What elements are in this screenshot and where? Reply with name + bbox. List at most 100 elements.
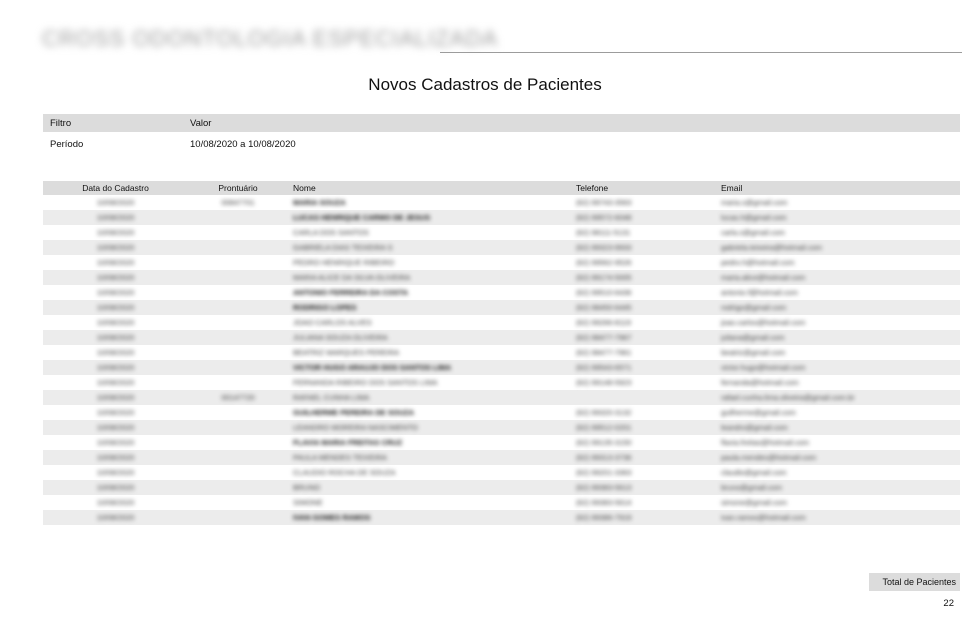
email-cell: ivan.ramos@hotmail.com (721, 513, 806, 522)
table-row: 10/08/2020 SIMONE (62) 99383-5614 simone@gm… (43, 495, 960, 510)
phone-cell-container: (62) 99512-0201 (571, 420, 716, 435)
date-cell: 10/08/2020 (96, 363, 135, 372)
name-cell: FERNANDA RIBEIRO DOS SANTOS LIMA (293, 378, 438, 387)
date-cell-container: 10/08/2020 (43, 465, 188, 480)
date-cell: 10/08/2020 (96, 213, 135, 222)
email-cell-container: maria.s@gmail.com (716, 195, 960, 210)
name-cell-container: CARLA DOS SANTOS (288, 225, 571, 240)
date-cell-container: 10/08/2020 (43, 315, 188, 330)
name-cell: PAULA MENDES TEIXEIRA (293, 453, 387, 462)
phone-cell-container: (62) 99135-3150 (571, 435, 716, 450)
email-cell: beatriz@gmail.com (721, 348, 786, 357)
record-cell-container (188, 240, 288, 255)
name-cell-container: FERNANDA RIBEIRO DOS SANTOS LIMA (288, 375, 571, 390)
phone-cell-container: (62) 98477-7961 (571, 345, 716, 360)
date-cell-container: 10/08/2020 (43, 390, 188, 405)
record-cell-container (188, 255, 288, 270)
name-cell: RAFAEL CUNHA LIMA (293, 393, 370, 402)
name-cell-container: BRUNO (288, 480, 571, 495)
phone-cell: (62) 98111-5131 (576, 228, 631, 237)
phone-cell: (62) 99383-5614 (576, 498, 632, 507)
table-row: 10/08/2020 JOAO CARLOS ALVES (62) 99266-81… (43, 315, 960, 330)
email-cell: rafael.cunha.lima.oliveira@gmail.com.br (721, 393, 855, 402)
email-cell-container: beatriz@gmail.com (716, 345, 960, 360)
email-cell-container: guilherme@gmail.com (716, 405, 960, 420)
phone-cell-container: (62) 99743-3563 (571, 195, 716, 210)
phone-cell-container: (62) 99174-5005 (571, 270, 716, 285)
record-cell-container: 00847701 (188, 195, 288, 210)
record-cell-container (188, 495, 288, 510)
table-row: 10/08/2020 00147720 RAFAEL CUNHA LIMA rafae… (43, 390, 960, 405)
record-cell-container (188, 450, 288, 465)
table-row: 10/08/2020 CARLA DOS SANTOS (62) 98111-513… (43, 225, 960, 240)
email-cell-container: claudio@gmail.com (716, 465, 960, 480)
name-cell: GUILHERME PEREIRA DE SOUZA (293, 408, 414, 417)
table-row: 10/08/2020 VICTOR HUGO ARAUJO DOS SANTOS … (43, 360, 960, 375)
table-row: 10/08/2020 FERNANDA RIBEIRO DOS SANTOS LI… (43, 375, 960, 390)
phone-cell: (62) 99174-5005 (576, 273, 632, 282)
email-cell: rodrigo@gmail.com (721, 303, 787, 312)
phone-cell: (62) 99383-5613 (576, 483, 632, 492)
record-cell-container (188, 375, 288, 390)
date-cell: 10/08/2020 (96, 498, 135, 507)
name-cell: ANTONIO FERREIRA DA COSTA (293, 288, 409, 297)
filter-value: 10/08/2020 a 10/08/2020 (190, 138, 296, 150)
name-cell-container: LUCAS HENRIQUE CARMO DE JESUS (288, 210, 571, 225)
name-cell: LUCAS HENRIQUE CARMO DE JESUS (293, 213, 431, 222)
date-cell-container: 10/08/2020 (43, 210, 188, 225)
name-cell: CLAUDIO ROCHA DE SOUZA (293, 468, 396, 477)
phone-cell-container: (62) 99148-5923 (571, 375, 716, 390)
name-cell-container: MARIA ALICE DA SILVA OLIVEIRA (288, 270, 571, 285)
name-cell: MARIA ALICE DA SILVA OLIVEIRA (293, 273, 411, 282)
phone-cell-container: (62) 99266-8119 (571, 315, 716, 330)
phone-cell-container: (62) 99323-9933 (571, 240, 716, 255)
date-cell: 10/08/2020 (96, 513, 135, 522)
date-cell-container: 10/08/2020 (43, 450, 188, 465)
table-row: 10/08/2020 00847701 MARIA SOUZA (62) 99743-… (43, 195, 960, 210)
phone-cell: (62) 99510-6436 (576, 288, 632, 297)
name-cell-container: VICTOR HUGO ARAUJO DOS SANTOS LIMA (288, 360, 571, 375)
record-cell-container (188, 465, 288, 480)
record-cell-container (188, 405, 288, 420)
name-cell-container: IVAN GOMES RAMOS (288, 510, 571, 525)
name-cell: RODRIGO LOPES (293, 303, 357, 312)
phone-column-header: Telefone (571, 181, 716, 195)
phone-cell-container: (62) 99510-6436 (571, 285, 716, 300)
record-cell-container (188, 330, 288, 345)
table-row: 10/08/2020 CLAUDIO ROCHA DE SOUZA (62) 992… (43, 465, 960, 480)
email-column-header: Email (716, 181, 960, 195)
date-cell: 10/08/2020 (96, 273, 135, 282)
name-cell: VICTOR HUGO ARAUJO DOS SANTOS LIMA (293, 363, 452, 372)
name-cell-container: RODRIGO LOPES (288, 300, 571, 315)
date-cell-container: 10/08/2020 (43, 330, 188, 345)
email-cell: lucas.h@gmail.com (721, 213, 787, 222)
record-cell-container (188, 210, 288, 225)
date-cell: 10/08/2020 (96, 228, 135, 237)
email-cell: claudio@gmail.com (721, 468, 787, 477)
phone-cell: (62) 99543-6571 (576, 363, 632, 372)
name-cell: SIMONE (293, 498, 323, 507)
name-cell-container: GABRIELA DIAS TEIXEIRA S (288, 240, 571, 255)
date-column-header: Data do Cadastro (43, 181, 188, 195)
date-cell: 10/08/2020 (96, 378, 135, 387)
record-cell-container (188, 510, 288, 525)
table-row: 10/08/2020 FLAVIA MARIA FREITAS CRUZ (62) … (43, 435, 960, 450)
date-cell: 10/08/2020 (96, 333, 135, 342)
name-cell: JULIANA SOUZA OLIVEIRA (293, 333, 388, 342)
email-cell: maria.s@gmail.com (721, 198, 788, 207)
table-row: 10/08/2020 MARIA ALICE DA SILVA OLIVEIRA (… (43, 270, 960, 285)
phone-cell-container: (62) 98111-5131 (571, 225, 716, 240)
date-cell-container: 10/08/2020 (43, 435, 188, 450)
date-cell-container: 10/08/2020 (43, 510, 188, 525)
date-cell: 10/08/2020 (96, 423, 135, 432)
phone-cell: (62) 99743-3563 (576, 198, 632, 207)
email-cell-container: gabriela.teixeira@hotmail.com (716, 240, 960, 255)
filter-column-header: Filtro (43, 114, 183, 132)
email-cell-container: flavia.freitas@hotmail.com (716, 435, 960, 450)
record-cell-container (188, 300, 288, 315)
phone-cell-container: (62) 99320-3132 (571, 405, 716, 420)
name-cell-container: JULIANA SOUZA OLIVEIRA (288, 330, 571, 345)
email-cell: antonio.f@hotmail.com (721, 288, 798, 297)
phone-cell: (62) 99135-3150 (576, 438, 632, 447)
date-cell: 10/08/2020 (96, 198, 135, 207)
